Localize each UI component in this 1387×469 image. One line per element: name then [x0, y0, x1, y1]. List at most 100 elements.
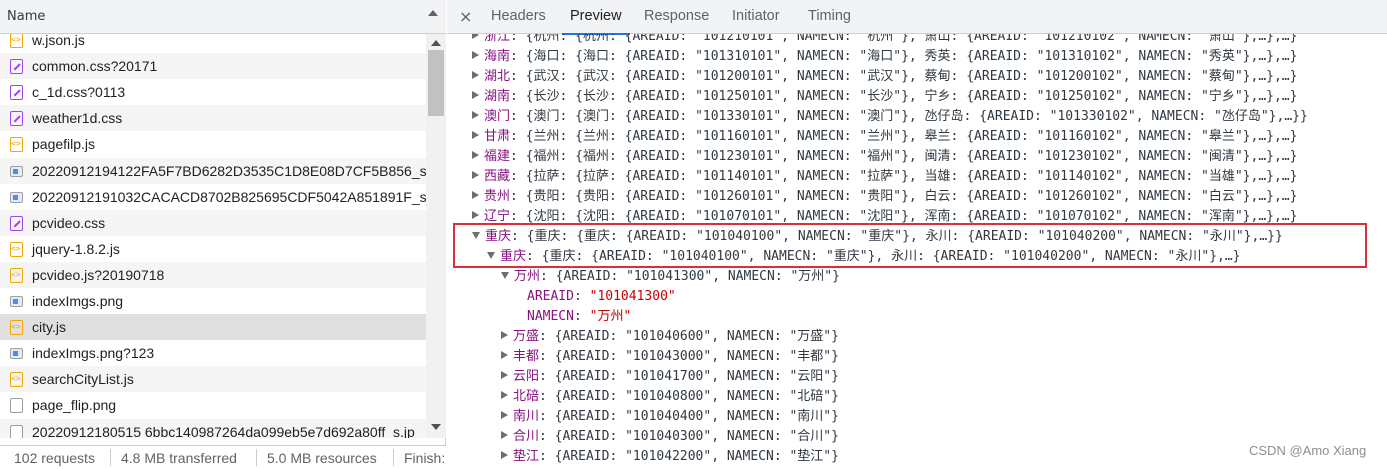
tree-node[interactable]: 浙江: {杭州: {杭州: {AREAID: "101210101", NAME… [472, 34, 1297, 47]
expand-arrow-icon[interactable] [472, 131, 479, 139]
collapse-arrow-icon[interactable] [472, 232, 480, 239]
tab-initiator[interactable]: Initiator [732, 0, 780, 34]
name-column-label: Name [7, 9, 46, 24]
expand-arrow-icon[interactable] [501, 351, 508, 359]
tree-key: 重庆 [485, 229, 512, 244]
request-name: pcvideo.css [32, 214, 106, 231]
expand-arrow-icon[interactable] [501, 371, 508, 379]
tree-node[interactable]: 海南: {海口: {海口: {AREAID: "101310101", NAME… [472, 47, 1297, 67]
expand-arrow-icon[interactable] [472, 211, 479, 219]
tree-key: AREAID [527, 289, 574, 304]
expand-arrow-icon[interactable] [472, 34, 479, 39]
tree-node[interactable]: 贵州: {贵阳: {贵阳: {AREAID: "101260101", NAME… [472, 187, 1297, 207]
tree-key: 丰都 [513, 349, 540, 364]
request-row[interactable]: jquery-1.8.2.js [0, 236, 426, 262]
request-count: 102 requests [14, 450, 95, 466]
collapse-arrow-icon[interactable] [501, 272, 509, 279]
request-row[interactable]: pcvideo.js?20190718 [0, 261, 426, 288]
tree-key: 重庆 [500, 249, 527, 264]
tree-node[interactable]: 丰都: {AREAID: "101043000", NAMECN: "丰都"} [501, 347, 839, 367]
expand-arrow-icon[interactable] [501, 331, 508, 339]
request-row[interactable]: indexImgs.png?123 [0, 340, 426, 366]
tree-node[interactable]: 云阳: {AREAID: "101041700", NAMECN: "云阳"} [501, 367, 839, 387]
image-file-icon [10, 348, 23, 360]
expand-arrow-icon[interactable] [501, 411, 508, 419]
tree-node[interactable]: 南川: {AREAID: "101040400", NAMECN: "南川"} [501, 407, 839, 427]
request-row[interactable]: common.css?20171 [0, 53, 426, 80]
tree-summary: : {兰州: {兰州: {AREAID: "101160101", NAMECN… [510, 129, 1298, 144]
tab-headers[interactable]: Headers [491, 0, 546, 34]
tree-key: 海南 [484, 49, 511, 64]
request-row[interactable]: c_1d.css?0113 [0, 79, 426, 105]
request-name: common.css?20171 [32, 58, 158, 75]
tree-node[interactable]: 澳门: {澳门: {澳门: {AREAID: "101330101", NAME… [472, 107, 1308, 127]
request-row[interactable]: indexImgs.png [0, 288, 426, 314]
tree-summary: : {AREAID: "101042200", NAMECN: "垫江"} [539, 449, 839, 464]
tree-node[interactable]: 北碚: {AREAID: "101040800", NAMECN: "北碚"} [501, 387, 839, 407]
expand-arrow-icon[interactable] [472, 111, 479, 119]
request-name: page_flip.png [32, 397, 117, 414]
status-divider [110, 449, 111, 466]
collapse-arrow-icon[interactable] [487, 252, 495, 259]
tree-node[interactable]: 垫江: {AREAID: "101042200", NAMECN: "垫江"} [501, 447, 839, 467]
name-column-header[interactable]: Name [0, 0, 446, 34]
tree-node[interactable]: 万盛: {AREAID: "101040600", NAMECN: "万盛"} [501, 327, 839, 347]
doc-file-icon [10, 398, 23, 414]
expand-arrow-icon[interactable] [472, 151, 479, 159]
scroll-down-arrow-icon[interactable] [431, 424, 441, 430]
expand-arrow-icon[interactable] [472, 171, 479, 179]
tree-node[interactable]: 西藏: {拉萨: {拉萨: {AREAID: "101140101", NAME… [472, 167, 1297, 187]
request-row[interactable]: city.js [0, 314, 426, 341]
tree-node[interactable]: 甘肃: {兰州: {兰州: {AREAID: "101160101", NAME… [472, 127, 1297, 147]
tree-node[interactable]: 湖北: {武汉: {武汉: {AREAID: "101200101", NAME… [472, 67, 1297, 87]
network-status-bar: 102 requests 4.8 MB transferred 5.0 MB r… [0, 445, 446, 469]
tree-key: 西藏 [484, 169, 511, 184]
tree-key: 合川 [513, 429, 540, 444]
tree-summary: : {AREAID: "101041300", NAMECN: "万州"} [540, 269, 840, 284]
expand-arrow-icon[interactable] [472, 71, 479, 79]
request-row[interactable]: 20220912180515 6bbc140987264da099eb5e7d6… [0, 418, 426, 438]
tree-summary: : {拉萨: {拉萨: {AREAID: "101140101", NAMECN… [510, 169, 1298, 184]
tab-response[interactable]: Response [644, 0, 709, 34]
tab-preview[interactable]: Preview [562, 0, 630, 35]
request-row[interactable]: pcvideo.css [0, 209, 426, 236]
tree-summary: : {贵阳: {贵阳: {AREAID: "101260101", NAMECN… [510, 189, 1298, 204]
request-row[interactable]: w.json.js [0, 34, 426, 53]
request-list-scrollbar[interactable] [426, 34, 446, 438]
request-row[interactable]: page_flip.png [0, 392, 426, 418]
tree-node[interactable]: 合川: {AREAID: "101040300", NAMECN: "合川"} [501, 427, 839, 447]
tree-node[interactable]: 湖南: {长沙: {长沙: {AREAID: "101250101", NAME… [472, 87, 1297, 107]
request-row[interactable]: 20220912194122FA5F7BD6282D3535C1D8E08D7C… [0, 157, 426, 184]
status-divider [256, 449, 257, 466]
sort-caret-icon[interactable] [428, 10, 438, 16]
tab-timing[interactable]: Timing [808, 0, 851, 34]
css-file-icon [10, 59, 23, 75]
request-row[interactable]: weather1d.css [0, 105, 426, 132]
tree-node[interactable]: 重庆: {重庆: {重庆: {AREAID: "101040100", NAME… [472, 227, 1283, 247]
scroll-up-arrow-icon[interactable] [431, 40, 441, 46]
request-row[interactable]: searchCityList.js [0, 366, 426, 393]
expand-arrow-icon[interactable] [472, 191, 479, 199]
expand-arrow-icon[interactable] [472, 91, 479, 99]
js-file-icon [10, 34, 23, 48]
css-file-icon [10, 215, 23, 231]
request-row[interactable]: pagefilp.js [0, 131, 426, 157]
request-name: weather1d.css [32, 110, 123, 127]
tree-node: AREAID: "101041300" [527, 287, 676, 307]
tree-node[interactable]: 万州: {AREAID: "101041300", NAMECN: "万州"} [501, 267, 840, 287]
tree-node[interactable]: 辽宁: {沈阳: {沈阳: {AREAID: "101070101", NAME… [472, 207, 1297, 227]
tree-node[interactable]: 福建: {福州: {福州: {AREAID: "101230101", NAME… [472, 147, 1297, 167]
expand-arrow-icon[interactable] [472, 51, 479, 59]
close-icon[interactable]: × [459, 7, 472, 26]
request-name: 20220912191032CACACD8702B825695CDF5042A8… [32, 188, 426, 205]
request-name: pcvideo.js?20190718 [32, 266, 165, 283]
tree-key: 澳门 [484, 109, 511, 124]
tree-node: NAMECN: "万州" [527, 307, 631, 327]
tree-value: "101041300" [589, 289, 676, 304]
expand-arrow-icon[interactable] [501, 451, 508, 459]
tree-node[interactable]: 重庆: {重庆: {AREAID: "101040100", NAMECN: "… [487, 247, 1241, 267]
expand-arrow-icon[interactable] [501, 391, 508, 399]
expand-arrow-icon[interactable] [501, 431, 508, 439]
scrollbar-thumb[interactable] [428, 50, 444, 116]
request-row[interactable]: 20220912191032CACACD8702B825695CDF5042A8… [0, 184, 426, 210]
